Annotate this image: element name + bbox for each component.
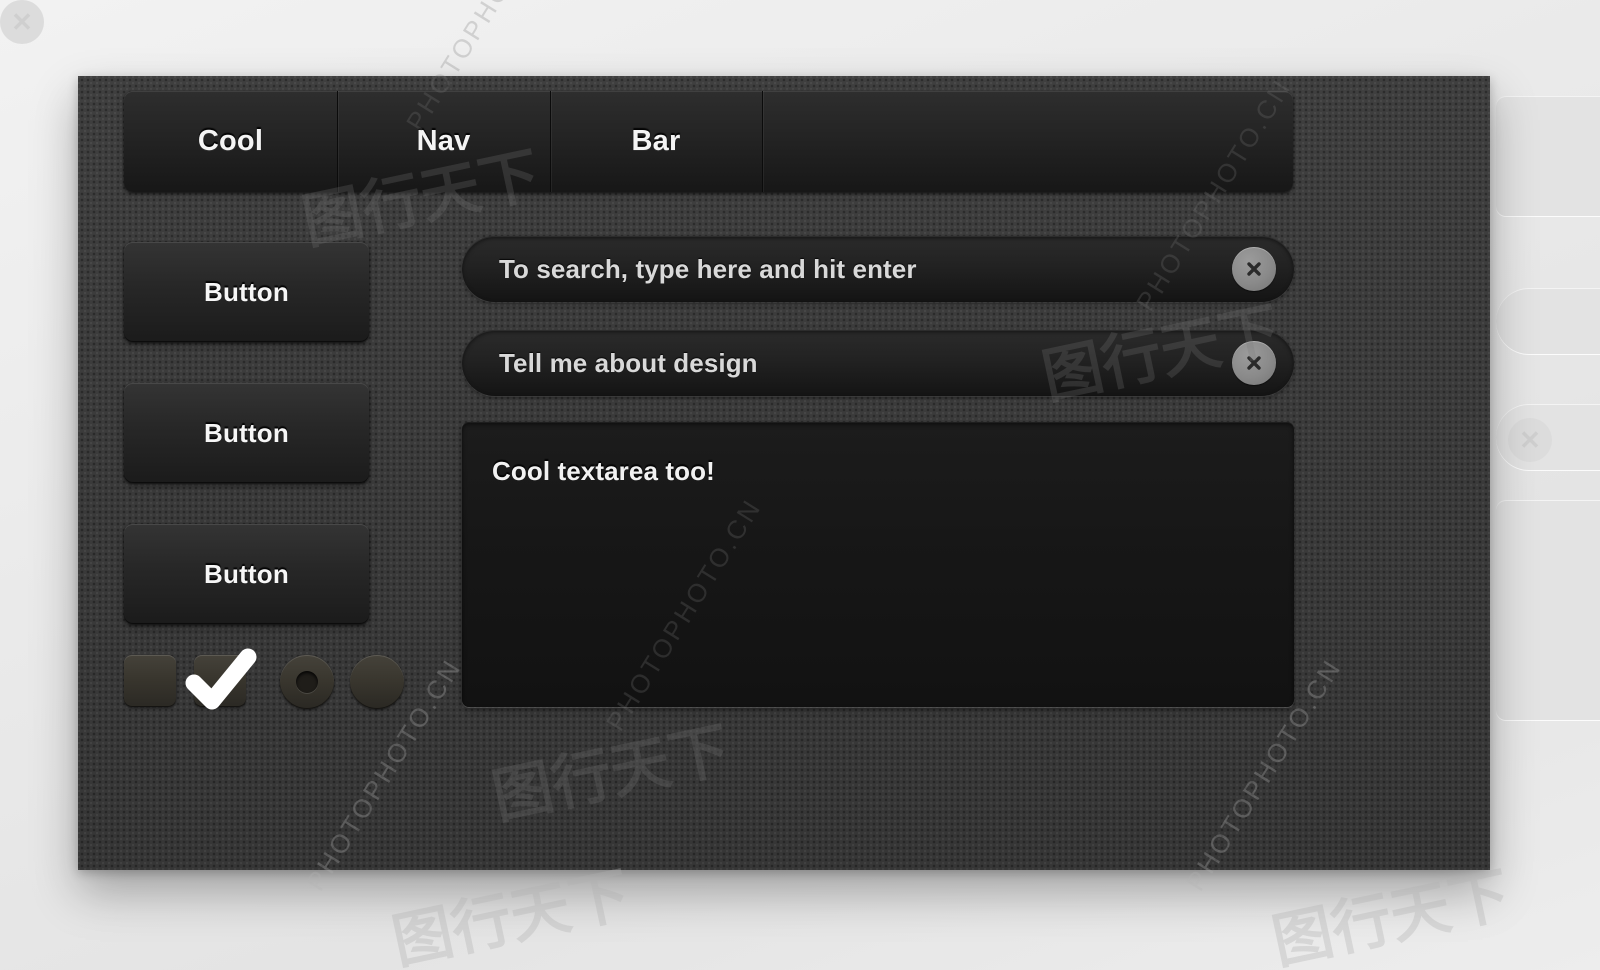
nav-item-empty[interactable] bbox=[762, 91, 1293, 192]
clear-search-button[interactable] bbox=[1232, 247, 1276, 291]
textarea-value: Cool textarea too! bbox=[492, 456, 715, 486]
radio-selected[interactable] bbox=[280, 655, 334, 709]
navbar: Cool Nav Bar bbox=[124, 91, 1293, 192]
search-field[interactable]: To search, type here and hit enter bbox=[462, 236, 1294, 302]
radio-unselected[interactable] bbox=[350, 655, 404, 709]
action-button-1[interactable]: Button bbox=[124, 242, 369, 342]
close-icon bbox=[1247, 356, 1261, 370]
textarea[interactable]: Cool textarea too! bbox=[462, 422, 1294, 707]
nav-item-cool[interactable]: Cool bbox=[124, 91, 337, 192]
action-button-2[interactable]: Button bbox=[124, 383, 369, 483]
close-icon bbox=[1247, 262, 1261, 276]
nav-item-bar[interactable]: Bar bbox=[550, 91, 762, 192]
checkbox-unchecked[interactable] bbox=[124, 655, 176, 707]
toggle-control-row bbox=[124, 648, 414, 717]
ghost-close-icon-2: ✕ bbox=[1508, 418, 1552, 462]
action-button-3[interactable]: Button bbox=[124, 524, 369, 624]
text-input-value[interactable]: Tell me about design bbox=[499, 348, 1232, 379]
clear-text-button[interactable] bbox=[1232, 341, 1276, 385]
search-input-value[interactable]: To search, type here and hit enter bbox=[499, 254, 1232, 285]
nav-item-nav[interactable]: Nav bbox=[337, 91, 550, 192]
text-field[interactable]: Tell me about design bbox=[462, 330, 1294, 396]
checkbox-checked[interactable] bbox=[194, 655, 246, 707]
